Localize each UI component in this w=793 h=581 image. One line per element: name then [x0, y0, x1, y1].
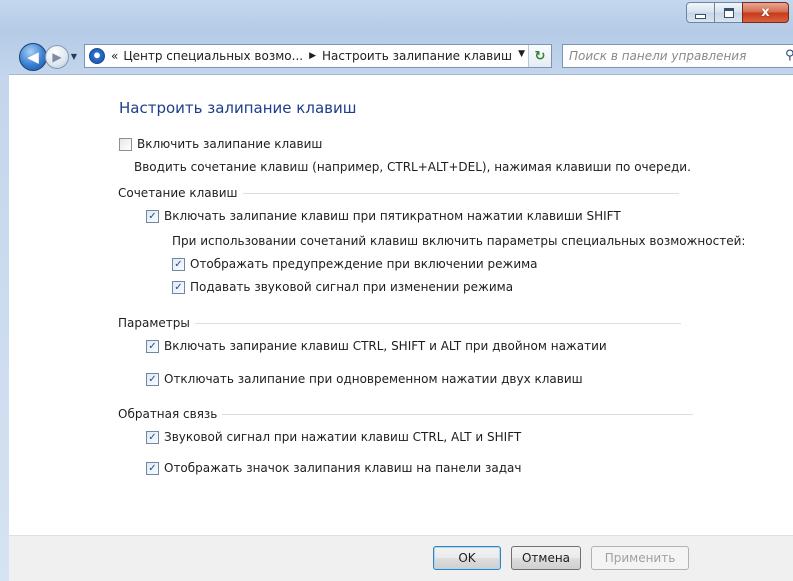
checkmark-icon: ✓	[174, 281, 183, 293]
group-options: Параметры	[118, 316, 681, 330]
search-icon[interactable]: ⚲	[785, 48, 793, 63]
checkbox-label: Включать запирание клавиш CTRL, SHIFT и …	[164, 339, 607, 353]
lock-keys-checkbox[interactable]: ✓ Включать запирание клавиш CTRL, SHIFT …	[146, 339, 607, 353]
checkmark-icon: ✓	[148, 373, 157, 385]
breadcrumb-item[interactable]: Настроить залипание клавиш	[322, 49, 512, 63]
address-bar[interactable]: « Центр специальных возмо... ▶ Настроить…	[84, 44, 552, 68]
group-divider	[242, 192, 679, 194]
checkmark-icon: ✓	[174, 258, 183, 270]
checkbox-box[interactable]: ✓	[172, 257, 185, 271]
checkmark-icon: ✓	[148, 210, 157, 222]
enable-hint: Вводить сочетание клавиш (например, CTRL…	[134, 160, 691, 174]
beep-checkbox[interactable]: ✓ Звуковой сигнал при нажатии клавиш CTR…	[146, 430, 521, 444]
maximize-button[interactable]	[714, 2, 743, 23]
checkbox-box[interactable]	[119, 137, 132, 151]
checkbox-box[interactable]: ✓	[146, 209, 159, 223]
window-controls: x	[686, 2, 789, 23]
window-frame: x ◀ ▶ ▼ « Центр специальных возмо... ▶ Н…	[0, 0, 793, 581]
forward-button[interactable]: ▶	[45, 45, 69, 69]
checkbox-label: Отображать значок залипания клавиш на па…	[164, 461, 522, 475]
checkbox-box[interactable]: ✓	[146, 430, 159, 444]
checkbox-box[interactable]: ✓	[146, 461, 159, 475]
minimize-icon	[695, 13, 706, 19]
address-dropdown-icon[interactable]: ▼	[518, 49, 525, 59]
checkmark-icon: ✓	[148, 462, 157, 474]
warn-checkbox[interactable]: ✓ Отображать предупреждение при включени…	[172, 257, 538, 271]
checkbox-label: Отключать залипание при одновременном на…	[164, 372, 583, 386]
group-title: Параметры	[118, 316, 190, 330]
breadcrumb-separator-icon[interactable]: ▶	[309, 51, 316, 61]
checkbox-label: Подавать звуковой сигнал при изменении р…	[190, 280, 514, 294]
checkmark-icon: ✓	[148, 431, 157, 443]
checkbox-box[interactable]: ✓	[146, 372, 159, 386]
group-feedback: Обратная связь	[118, 407, 694, 421]
enable-sticky-keys-checkbox[interactable]: Включить залипание клавиш	[119, 137, 322, 151]
checkbox-label: Отображать предупреждение при включении …	[190, 257, 538, 271]
refresh-icon: ↻	[534, 48, 546, 64]
cancel-button[interactable]: Отмена	[511, 546, 581, 570]
button-bar: OK Отмена Применить	[9, 535, 793, 581]
recent-pages-dropdown[interactable]: ▼	[69, 50, 79, 62]
close-icon: x	[761, 5, 770, 20]
shortcut-note: При использовании сочетаний клавиш включ…	[172, 234, 746, 248]
checkbox-label: Звуковой сигнал при нажатии клавиш CTRL,…	[164, 430, 522, 444]
group-divider	[222, 413, 694, 415]
refresh-button[interactable]: ↻	[528, 45, 551, 67]
checkmark-icon: ✓	[148, 340, 157, 352]
group-divider	[194, 322, 681, 324]
apply-button[interactable]: Применить	[591, 546, 689, 570]
page-title: Настроить залипание клавиш	[119, 99, 357, 117]
search-placeholder: Поиск в панели управления	[569, 49, 747, 63]
forward-arrow-icon: ▶	[52, 50, 62, 64]
back-button[interactable]: ◀	[19, 43, 47, 71]
checkbox-box[interactable]: ✓	[172, 280, 185, 294]
taskbar-icon-checkbox[interactable]: ✓ Отображать значок залипания клавиш на …	[146, 461, 521, 475]
minimize-button[interactable]	[686, 2, 715, 23]
checkbox-label: Включить залипание клавиш	[137, 137, 323, 151]
shift5-checkbox[interactable]: ✓ Включать залипание клавиш при пятикрат…	[146, 209, 621, 223]
breadcrumb-overflow[interactable]: «	[111, 49, 118, 63]
checkbox-label: Включать залипание клавиш при пятикратно…	[164, 209, 621, 223]
back-arrow-icon: ◀	[27, 48, 39, 66]
control-panel-icon	[89, 48, 105, 64]
breadcrumb-item[interactable]: Центр специальных возмо...	[123, 49, 303, 63]
turn-off-two-keys-checkbox[interactable]: ✓ Отключать залипание при одновременном …	[146, 372, 583, 386]
sound-on-toggle-checkbox[interactable]: ✓ Подавать звуковой сигнал при изменении…	[172, 280, 513, 294]
group-title: Обратная связь	[118, 407, 218, 421]
search-input[interactable]: Поиск в панели управления ⚲	[562, 44, 793, 68]
group-shortcut: Сочетание клавиш	[118, 186, 679, 200]
chevron-down-icon: ▼	[70, 51, 78, 61]
maximize-icon	[723, 7, 734, 18]
checkbox-box[interactable]: ✓	[146, 339, 159, 353]
ok-button[interactable]: OK	[433, 546, 501, 570]
close-button[interactable]: x	[742, 2, 789, 23]
group-title: Сочетание клавиш	[118, 186, 238, 200]
content-pane: Настроить залипание клавиш Включить зали…	[9, 74, 793, 562]
